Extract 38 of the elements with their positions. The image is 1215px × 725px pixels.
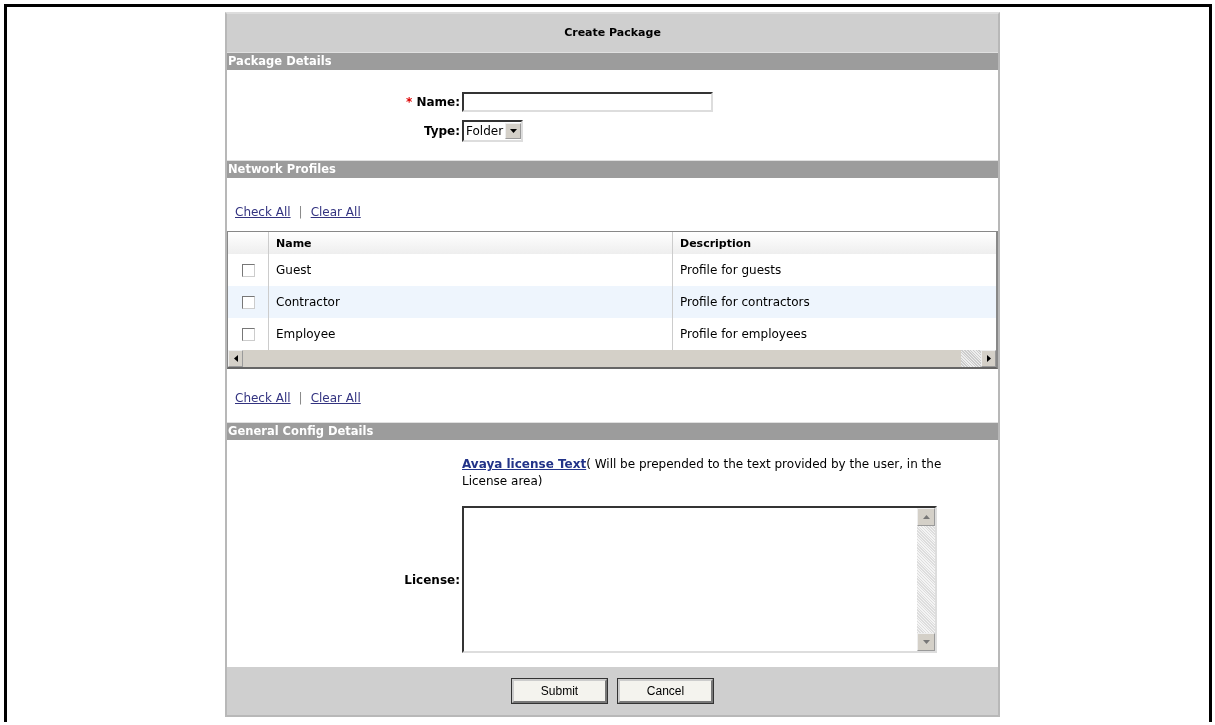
- arrow-right-icon: [986, 355, 991, 362]
- field-label: License:: [403, 572, 461, 587]
- section-header: General Config Details: [227, 422, 998, 440]
- required-mark: *: [405, 95, 413, 109]
- column-header: Description: [679, 236, 753, 250]
- table-cell: Contractor: [269, 286, 673, 318]
- caret-icon: [509, 129, 517, 133]
- checkbox[interactable]: [241, 327, 255, 341]
- table-cell-text: Profile for employees: [679, 327, 808, 341]
- checkbox[interactable]: [241, 295, 255, 309]
- arrow-up-icon: [922, 515, 930, 519]
- cancel-button[interactable]: Cancel: [618, 679, 713, 703]
- scrollbar[interactable]: [917, 508, 935, 651]
- dialog-title: Create Package: [227, 14, 998, 52]
- type-dropdown[interactable]: Folder: [462, 120, 524, 142]
- table-cell-text: Profile for contractors: [679, 295, 811, 309]
- name-field[interactable]: [462, 92, 713, 112]
- field-label: Type:: [423, 124, 460, 138]
- arrow-down-icon: [922, 640, 930, 644]
- submit-button[interactable]: Submit: [512, 679, 607, 703]
- section-header: Package Details: [227, 52, 998, 70]
- field-label: Name:: [416, 95, 460, 109]
- link[interactable]: Check All: [235, 391, 291, 405]
- license-link[interactable]: Avaya license Text: [462, 457, 587, 471]
- link[interactable]: Clear All: [310, 391, 361, 405]
- link-separator: |: [298, 205, 303, 219]
- table-cell-text: Profile for guests: [679, 263, 783, 277]
- link[interactable]: Clear All: [310, 205, 361, 219]
- section-header: Network Profiles: [227, 160, 998, 178]
- scrollbar[interactable]: [228, 350, 996, 367]
- arrow-left-icon: [233, 355, 238, 362]
- checkbox[interactable]: [241, 263, 255, 277]
- license-field[interactable]: [462, 506, 937, 653]
- link-separator: |: [298, 391, 303, 405]
- license-note: Avaya license Text( Will be prepended to the text provided by the user, in the License area): [462, 456, 943, 490]
- column-header: Name: [269, 232, 673, 254]
- table-row[interactable]: Contractor Profile for contractors: [228, 286, 996, 318]
- link[interactable]: Check All: [235, 205, 291, 219]
